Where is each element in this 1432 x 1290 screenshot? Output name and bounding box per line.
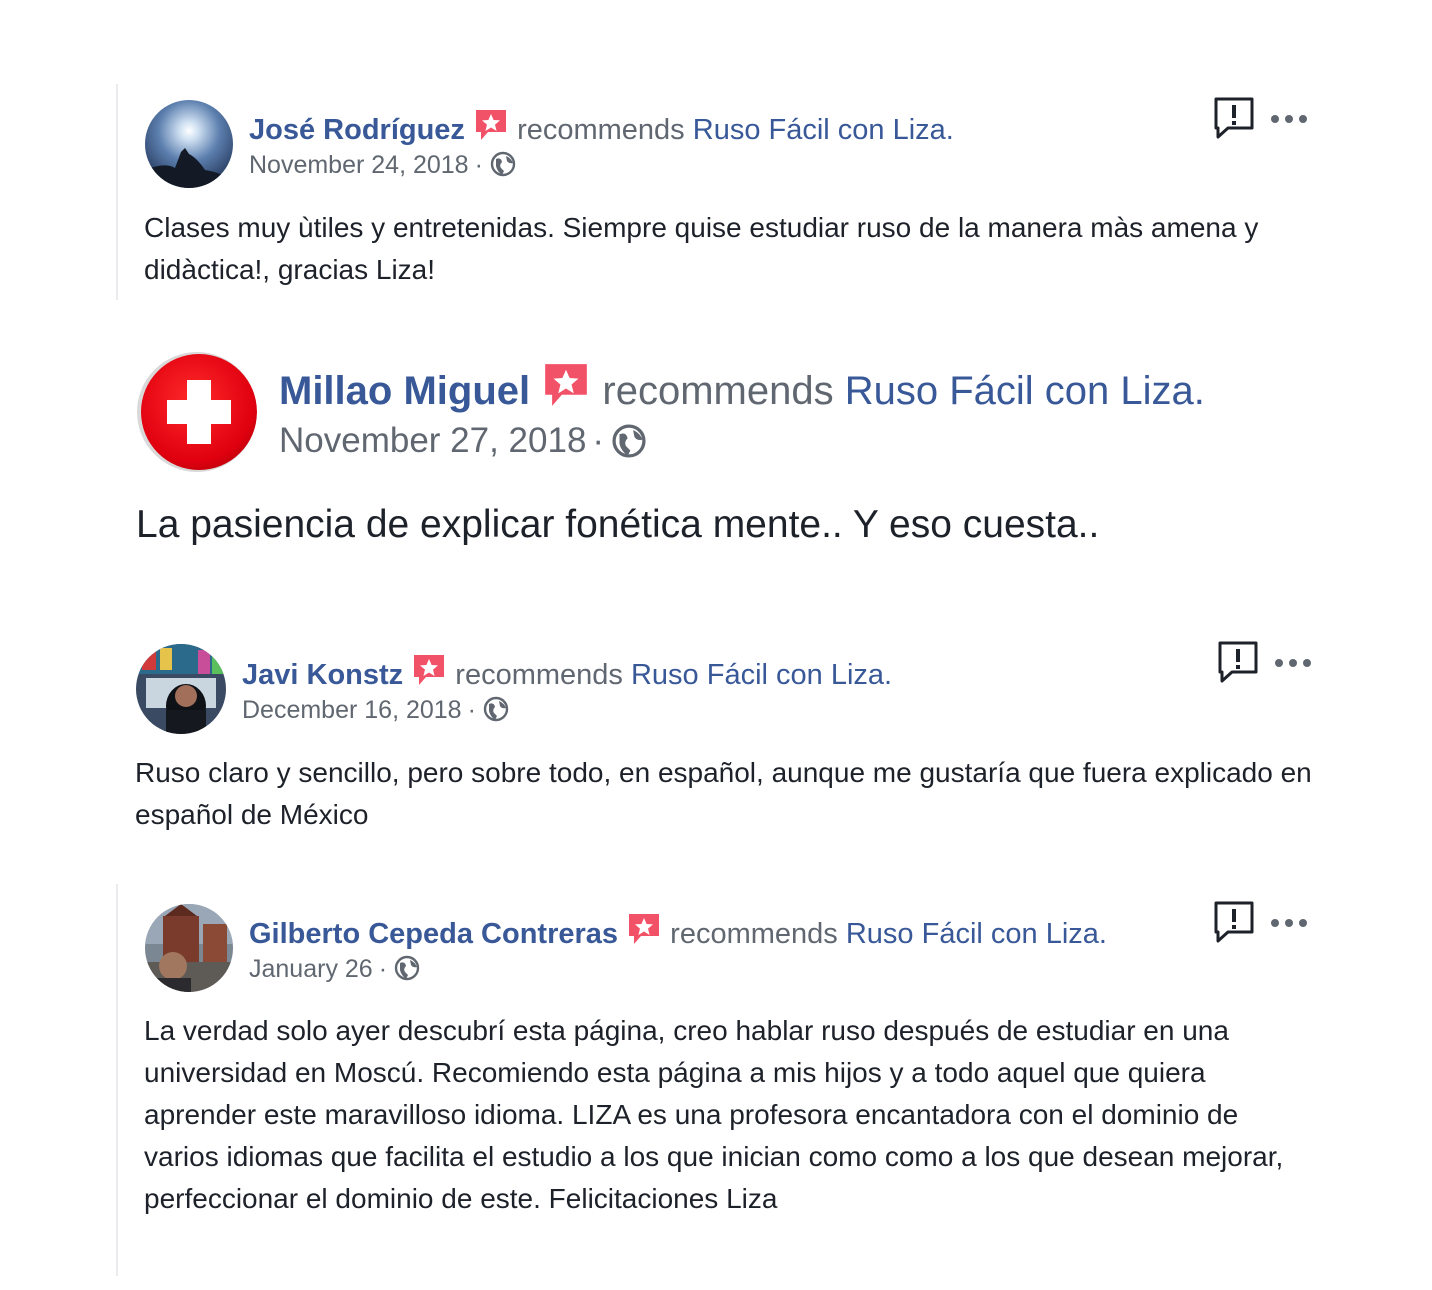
reviewer-name[interactable]: Millao Miguel (279, 369, 530, 413)
page-link[interactable]: Ruso Fácil con Liza. (631, 659, 892, 691)
review-date[interactable]: December 16, 2018 (242, 696, 462, 724)
avatar[interactable] (136, 644, 226, 734)
recommendation-star-icon (626, 911, 662, 955)
report-flag-icon[interactable] (1212, 96, 1256, 145)
avatar[interactable] (137, 352, 257, 472)
review-header: José Rodríguez recommends Ruso Fácil con… (249, 107, 954, 151)
review-header: Millao Miguel recommends Ruso Fácil con … (279, 360, 1205, 422)
review-date[interactable]: November 27, 2018 (279, 421, 586, 460)
report-flag-icon[interactable] (1216, 640, 1260, 689)
review-date[interactable]: November 24, 2018 (249, 151, 469, 179)
review-card: José Rodríguez recommends Ruso Fácil con… (0, 0, 1432, 310)
review-card: Millao Miguel recommends Ruso Fácil con … (0, 330, 1432, 580)
recommendation-star-icon (541, 360, 591, 422)
review-card: Javi Konstz recommends Ruso Fácil con Li… (0, 630, 1432, 860)
separator: · (474, 151, 483, 179)
review-meta: November 24, 2018 · (249, 150, 517, 185)
review-card: Gilberto Cepeda Contreras recommends Rus… (0, 884, 1432, 1290)
more-options-icon[interactable] (1270, 916, 1308, 934)
reviewer-name[interactable]: Gilberto Cepeda Contreras (249, 918, 618, 950)
review-left-rail (116, 84, 118, 300)
separator: · (467, 696, 476, 724)
recommendation-star-icon (411, 652, 447, 696)
globe-icon (489, 150, 517, 185)
review-left-rail (116, 884, 118, 1276)
more-options-icon[interactable] (1274, 656, 1312, 674)
recommends-text: recommends (670, 918, 838, 950)
avatar[interactable] (145, 100, 233, 188)
separator: · (592, 421, 605, 460)
reviewer-name[interactable]: Javi Konstz (242, 659, 403, 691)
separator: · (378, 955, 388, 983)
review-meta: November 27, 2018 · (279, 420, 648, 470)
recommendation-star-icon (473, 107, 509, 151)
avatar[interactable] (145, 904, 233, 992)
page-link[interactable]: Ruso Fácil con Liza. (846, 918, 1107, 950)
review-text: La pasiencia de explicar fonética mente.… (136, 503, 1100, 546)
page-link[interactable]: Ruso Fácil con Liza. (845, 369, 1205, 413)
globe-icon (610, 422, 648, 470)
review-date[interactable]: January 26 (249, 955, 373, 983)
review-text: Clases muy ùtiles y entretenidas. Siempr… (144, 212, 1259, 285)
review-text: La verdad solo ayer descubrí esta página… (144, 1015, 1284, 1214)
recommends-text: recommends (517, 114, 685, 146)
report-flag-icon[interactable] (1212, 900, 1256, 949)
recommends-text: recommends (602, 369, 834, 413)
page-link[interactable]: Ruso Fácil con Liza. (693, 114, 954, 146)
review-header: Javi Konstz recommends Ruso Fácil con Li… (242, 652, 892, 696)
globe-icon (482, 695, 510, 730)
recommends-text: recommends (455, 659, 623, 691)
globe-icon (393, 954, 421, 989)
more-options-icon[interactable] (1270, 112, 1308, 130)
review-meta: January 26 · (249, 954, 421, 989)
review-header: Gilberto Cepeda Contreras recommends Rus… (249, 911, 1107, 955)
reviewer-name[interactable]: José Rodríguez (249, 114, 465, 146)
review-text: Ruso claro y sencillo, pero sobre todo, … (135, 757, 1312, 830)
review-meta: December 16, 2018 · (242, 695, 510, 730)
